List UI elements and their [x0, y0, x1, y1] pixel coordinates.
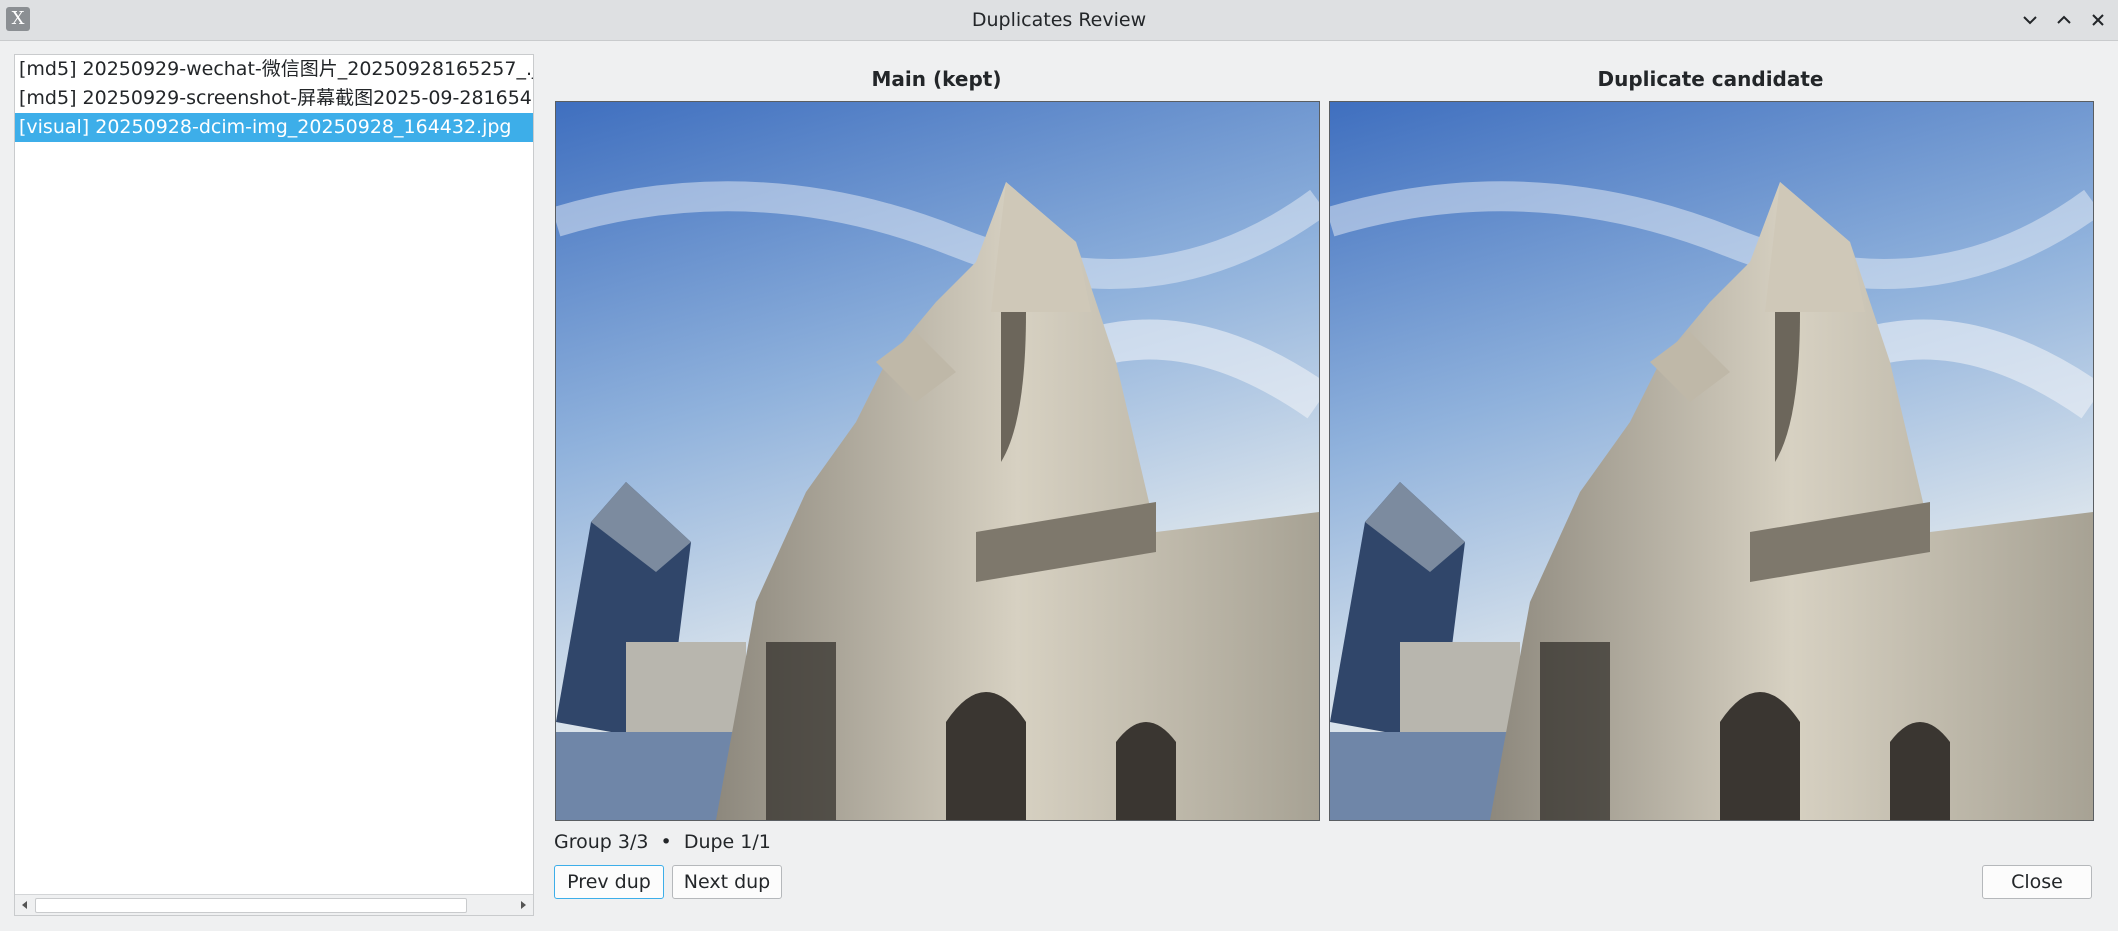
- list-item-selected[interactable]: [visual] 20250928-dcim-img_20250928_1644…: [15, 113, 533, 142]
- window-title: Duplicates Review: [971, 9, 1147, 31]
- scrollbar-thumb[interactable]: [35, 898, 467, 913]
- group-dupe-status: Group 3/3 • Dupe 1/1: [554, 831, 771, 853]
- duplicate-image-preview: [1329, 101, 2094, 821]
- close-button[interactable]: Close: [1982, 865, 2092, 899]
- duplicate-file-list[interactable]: [md5] 20250929-wechat-微信图片_2025092816525…: [14, 54, 534, 916]
- scroll-left-icon[interactable]: [15, 895, 35, 915]
- main-panel-title: Main (kept): [871, 67, 1002, 91]
- list-item[interactable]: [md5] 20250929-wechat-微信图片_2025092816525…: [15, 55, 533, 84]
- scroll-right-icon[interactable]: [513, 895, 533, 915]
- prev-dup-button[interactable]: Prev dup: [554, 865, 664, 899]
- next-dup-button[interactable]: Next dup: [672, 865, 782, 899]
- close-icon[interactable]: [2084, 6, 2112, 34]
- horizontal-scrollbar[interactable]: [15, 894, 533, 915]
- main-image-preview: [555, 101, 1320, 821]
- list-item[interactable]: [md5] 20250929-screenshot-屏幕截图2025-09-28…: [15, 84, 533, 113]
- title-bar: X Duplicates Review: [0, 0, 2118, 41]
- maximize-icon[interactable]: [2050, 6, 2078, 34]
- minimize-icon[interactable]: [2016, 6, 2044, 34]
- duplicate-panel-title: Duplicate candidate: [1597, 67, 1824, 91]
